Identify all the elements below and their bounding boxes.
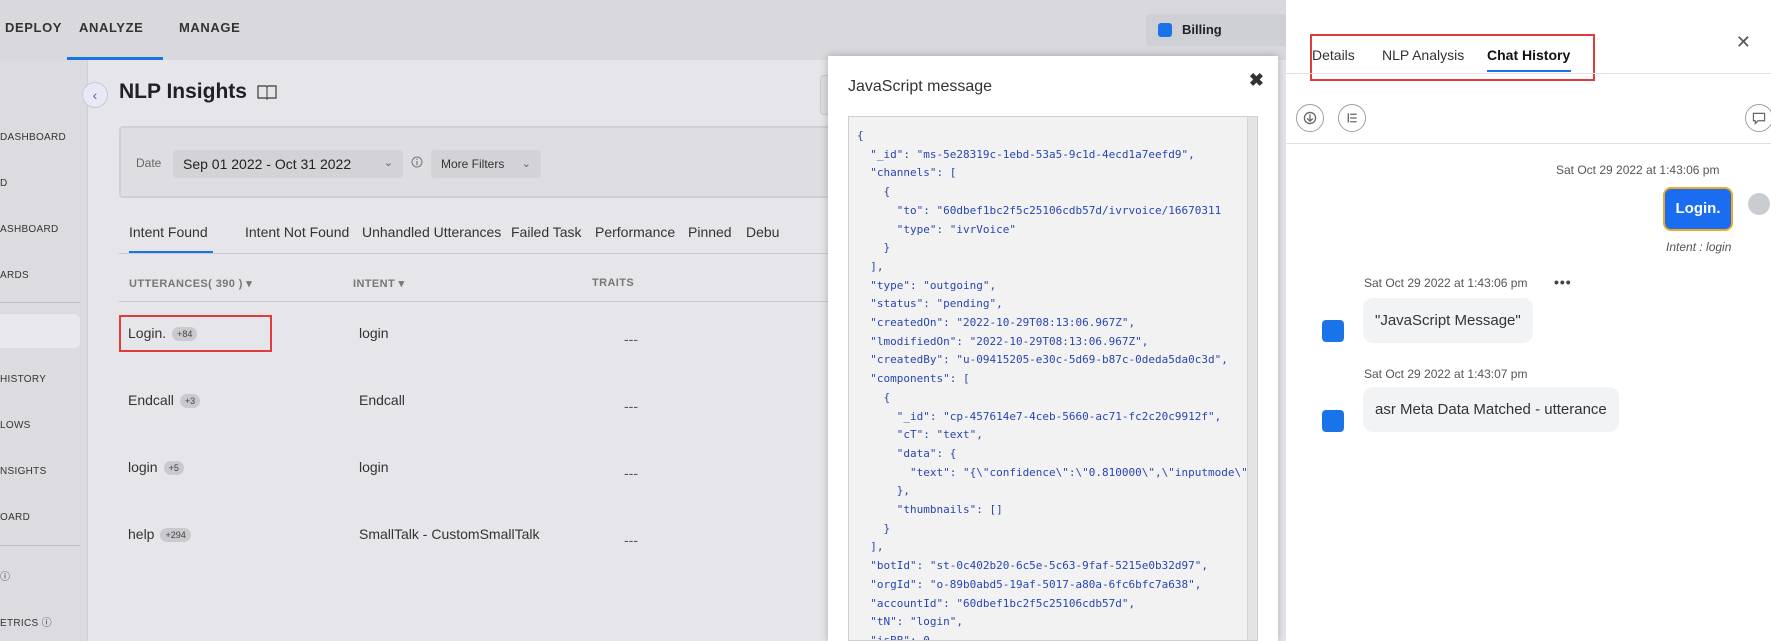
table-row[interactable]: help +294 SmallTalk - CustomSmallTalk ---	[119, 507, 839, 574]
info-icon: ⓘ	[41, 618, 52, 629]
tab-performance[interactable]: Performance	[595, 224, 675, 240]
date-label: Date	[136, 156, 162, 170]
utterance-text: Endcall	[128, 392, 174, 408]
sort-down-icon: ▾	[246, 278, 253, 290]
sidebar-item-active[interactable]	[0, 314, 80, 348]
date-range-select[interactable]: Sep 01 2022 - Oct 31 2022 ⌄	[173, 150, 403, 178]
sidebar-item-board[interactable]: OARD	[0, 512, 30, 523]
bot-avatar	[1322, 410, 1344, 432]
intent-cell: Endcall	[359, 392, 405, 408]
sidebar-item-flows[interactable]: LOWS	[0, 420, 31, 431]
sidebar-item-metrics[interactable]: ETRICS ⓘ	[0, 614, 52, 629]
more-options-icon[interactable]: •••	[1554, 274, 1572, 290]
divider	[1286, 143, 1771, 144]
sidebar-item-d[interactable]: D	[0, 178, 8, 189]
billing-label: Billing	[1182, 22, 1222, 37]
dialog-title: JavaScript message	[848, 78, 993, 95]
filter-bar: Date Sep 01 2022 - Oct 31 2022 ⌄ More Fi…	[119, 126, 839, 198]
tab-pinned[interactable]: Pinned	[688, 224, 732, 240]
tab-failed-task[interactable]: Failed Task	[511, 224, 582, 240]
chat-settings-icon[interactable]	[1745, 104, 1771, 132]
utterance-cell[interactable]: help +294	[128, 526, 191, 543]
more-filters-button[interactable]: More Filters ⌄	[431, 150, 541, 178]
bot-message[interactable]: "JavaScript Message"	[1363, 298, 1533, 343]
message-intent: Intent : login	[1666, 240, 1732, 254]
close-icon[interactable]: ✖	[1249, 70, 1264, 91]
avatar	[1748, 193, 1770, 215]
download-icon[interactable]	[1296, 104, 1324, 132]
close-icon[interactable]: ✕	[1736, 32, 1751, 53]
utterance-text: login	[128, 459, 158, 475]
sidebar-item-dashboard-2[interactable]: ASHBOARD	[0, 224, 59, 235]
utterance-cell[interactable]: login +5	[128, 459, 184, 476]
list-icon[interactable]	[1338, 104, 1366, 132]
table-row[interactable]: Endcall +3 Endcall ---	[119, 373, 839, 440]
bot-message[interactable]: asr Meta Data Matched - utterance	[1363, 387, 1619, 432]
date-range-value: Sep 01 2022 - Oct 31 2022	[183, 156, 352, 172]
sidebar-item-history[interactable]: HISTORY	[0, 374, 46, 385]
column-header-traits: TRAITS	[592, 277, 635, 289]
billing-icon	[1158, 23, 1172, 37]
message-timestamp: Sat Oct 29 2022 at 1:43:06 pm	[1364, 276, 1528, 290]
sidebar-item-dashboard[interactable]: DASHBOARD	[0, 132, 66, 143]
top-nav: DEPLOY ANALYZE MANAGE Billing	[0, 0, 1290, 60]
column-header-utterances[interactable]: UTTERANCES( 390 ) ▾	[129, 277, 252, 290]
javascript-message-dialog: JavaScript message ✖ { "_id": "ms-5e2831…	[828, 56, 1278, 641]
sidebar-item-info-icon[interactable]: ⓘ	[0, 568, 10, 583]
sort-down-icon: ▾	[398, 278, 405, 290]
bot-avatar	[1322, 320, 1344, 342]
sidebar: DASHBOARD D ASHBOARD ARDS HISTORY LOWS N…	[0, 60, 88, 641]
message-timestamp: Sat Oct 29 2022 at 1:43:07 pm	[1364, 367, 1528, 381]
message-timestamp: Sat Oct 29 2022 at 1:43:06 pm	[1556, 163, 1720, 177]
sidebar-divider	[0, 545, 80, 546]
tab-intent-not-found[interactable]: Intent Not Found	[245, 224, 349, 240]
count-badge: +294	[160, 528, 191, 543]
sidebar-item-insights[interactable]: NSIGHTS	[0, 466, 47, 477]
tab-debug[interactable]: Debu	[746, 224, 779, 240]
tab-intent-found[interactable]: Intent Found	[129, 224, 208, 240]
chevron-down-icon: ⌄	[383, 157, 393, 169]
traits-cell: ---	[624, 398, 638, 414]
count-badge: +5	[163, 461, 184, 476]
nav-deploy[interactable]: DEPLOY	[5, 20, 62, 35]
table-row[interactable]: login +5 login ---	[119, 440, 839, 507]
nav-manage[interactable]: MANAGE	[179, 20, 240, 35]
divider	[1286, 73, 1771, 74]
intent-cell: login	[359, 325, 389, 341]
nav-analyze[interactable]: ANALYZE	[79, 20, 143, 35]
column-header-label: UTTERANCES( 390 )	[129, 278, 243, 290]
page-title: NLP Insights	[119, 80, 247, 103]
utterance-text: help	[128, 526, 155, 542]
count-badge: +3	[179, 394, 201, 409]
book-icon[interactable]	[257, 84, 277, 100]
detail-panel: Details NLP Analysis Chat History ✕ Sat …	[1286, 0, 1771, 641]
highlight-annotation	[119, 315, 272, 352]
more-filters-label: More Filters	[441, 157, 505, 171]
divider	[119, 301, 839, 302]
sidebar-item-metrics-label: ETRICS	[0, 618, 39, 629]
sidebar-divider	[0, 302, 80, 303]
message-code-box[interactable]: { "_id": "ms-5e28319c-1ebd-53a5-9c1d-4ec…	[848, 116, 1258, 641]
divider	[119, 253, 839, 254]
traits-cell: ---	[624, 331, 638, 347]
user-message[interactable]: Login.	[1663, 187, 1733, 231]
tab-unhandled-utterances[interactable]: Unhandled Utterances	[362, 224, 501, 240]
sidebar-item-boards[interactable]: ARDS	[0, 270, 29, 281]
utterance-cell[interactable]: Endcall +3	[128, 392, 201, 409]
column-header-label: INTENT	[353, 278, 396, 290]
billing-button[interactable]: Billing	[1146, 14, 1290, 46]
back-button[interactable]: ‹	[82, 82, 108, 108]
intent-cell: login	[359, 459, 389, 475]
column-header-intent[interactable]: INTENT ▾	[353, 277, 405, 290]
info-icon[interactable]	[411, 156, 423, 168]
traits-cell: ---	[624, 532, 638, 548]
chevron-down-icon: ⌄	[521, 158, 531, 170]
message-code: { "_id": "ms-5e28319c-1ebd-53a5-9c1d-4ec…	[857, 129, 1255, 641]
intent-cell: SmallTalk - CustomSmallTalk	[359, 526, 540, 542]
traits-cell: ---	[624, 465, 638, 481]
scrollbar[interactable]	[1247, 117, 1257, 640]
